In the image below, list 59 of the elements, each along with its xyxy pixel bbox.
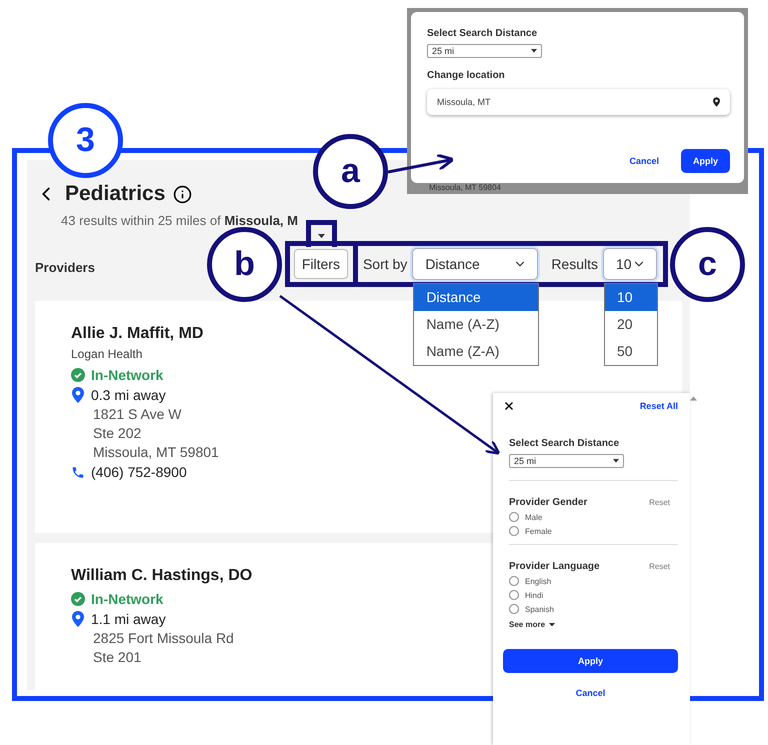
address-line: 1821 S Ave W <box>93 406 182 422</box>
radio-option[interactable]: Hindi <box>509 590 678 600</box>
check-circle-icon <box>71 368 85 382</box>
backdrop-text: Missoula, MT 59804 <box>428 183 502 190</box>
location-pin-icon <box>71 387 85 403</box>
provider-organization: Logan Health <box>71 347 142 361</box>
address-line: 2825 Fort Missoula Rd <box>93 630 234 646</box>
address-line: Ste 201 <box>93 649 142 665</box>
info-icon[interactable] <box>173 184 192 204</box>
cancel-button[interactable]: Cancel <box>629 156 659 166</box>
address-line: Missoula, MT 59801 <box>93 444 219 460</box>
radio-option[interactable]: Male <box>509 512 678 522</box>
filters-button[interactable]: Filters <box>294 249 348 279</box>
phone-icon <box>71 464 85 480</box>
location-pin-icon <box>713 97 720 107</box>
see-more-link[interactable]: See more <box>509 620 556 629</box>
apply-button[interactable]: Apply <box>680 149 730 173</box>
provider-distance: 0.3 mi away <box>91 387 166 403</box>
caret-icon <box>549 622 556 626</box>
phone-number[interactable]: (406) 752-8900 <box>91 464 187 480</box>
page-title: Pediatrics <box>65 182 166 206</box>
apply-button[interactable]: Apply <box>503 649 678 673</box>
distance-select[interactable]: 25 mi <box>509 454 624 468</box>
filter-section-title: Provider Language <box>509 561 600 572</box>
sort-label: Sort by <box>362 256 408 272</box>
results-label: Results <box>551 256 598 272</box>
provider-distance: 1.1 mi away <box>91 611 166 627</box>
provider-name[interactable]: William C. Hastings, DO <box>71 567 252 585</box>
radio-option[interactable]: Female <box>509 526 678 536</box>
close-icon[interactable] <box>503 400 515 412</box>
location-caret-icon <box>318 234 325 238</box>
distance-label: Select Search Distance <box>427 28 538 39</box>
location-field[interactable]: Missoula, MT <box>427 89 730 115</box>
results-option[interactable]: 10 <box>605 284 657 311</box>
pointer-arrow <box>388 153 454 174</box>
provider-name[interactable]: Allie J. Maffit, MD <box>71 325 204 343</box>
distance-select[interactable]: 25 mi <box>427 44 542 58</box>
caret-icon <box>613 459 619 463</box>
location-label: Change location <box>427 70 506 81</box>
address-line: Ste 202 <box>93 425 142 441</box>
sort-option[interactable]: Distance <box>414 284 538 311</box>
caret-icon <box>531 49 537 53</box>
reset-all-link[interactable]: Reset All <box>640 401 678 411</box>
callout-label: c <box>670 227 745 302</box>
network-status: In-Network <box>91 367 164 383</box>
reset-link[interactable]: Reset <box>649 497 670 508</box>
network-status: In-Network <box>91 591 164 607</box>
step-number: 3 <box>48 103 123 178</box>
scroll-up-icon <box>690 396 697 401</box>
filter-section-title: Provider Gender <box>509 497 588 508</box>
results-summary: 43 results within 25 miles of Missoula, M <box>61 213 298 228</box>
cancel-button[interactable]: Cancel <box>576 688 606 698</box>
radio-option[interactable]: Spanish <box>509 604 678 614</box>
check-circle-icon <box>71 592 85 606</box>
reset-link[interactable]: Reset <box>649 561 670 572</box>
providers-heading: Providers <box>35 260 95 274</box>
distance-label: Select Search Distance <box>509 438 620 449</box>
radio-option[interactable]: English <box>509 576 678 586</box>
location-pin-icon <box>71 611 85 627</box>
